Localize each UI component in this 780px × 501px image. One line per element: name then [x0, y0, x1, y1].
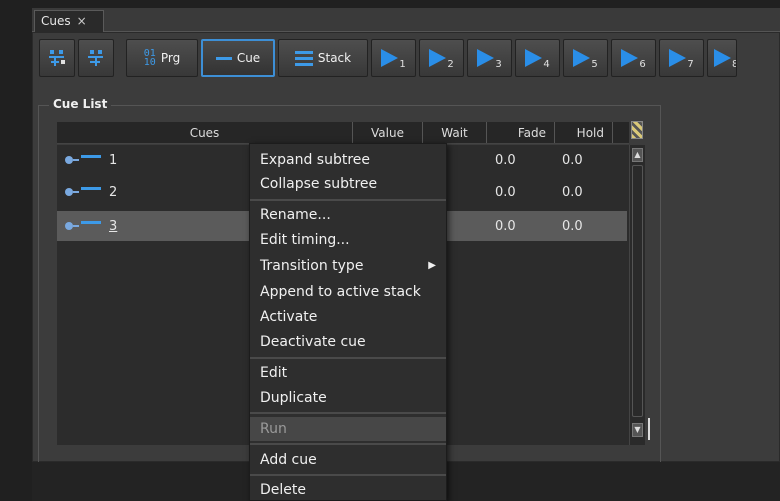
menu-add-cue[interactable]: Add cue: [250, 448, 446, 472]
tab-cues[interactable]: Cues ×: [34, 10, 104, 32]
play-icon: [573, 49, 591, 67]
scroll-track[interactable]: [632, 165, 643, 417]
context-menu: Expand subtree Collapse subtree Rename..…: [249, 143, 447, 501]
cue-label: Cue: [236, 51, 261, 65]
prg-button[interactable]: 01 10 Prg: [126, 39, 198, 77]
tree-expand-icon: [49, 50, 65, 66]
cue-fade: 0.0: [495, 184, 516, 200]
cue-name: 3: [109, 218, 118, 234]
menu-append-stack[interactable]: Append to active stack: [250, 280, 446, 304]
column-config-icon[interactable]: [631, 121, 643, 139]
tab-strip: Cues ×: [32, 8, 780, 32]
menu-separator: [250, 474, 446, 476]
play-button-5[interactable]: 5: [563, 39, 608, 77]
menu-edit[interactable]: Edit: [250, 361, 446, 385]
cue-name: 1: [109, 152, 118, 168]
menu-delete[interactable]: Delete: [250, 478, 446, 501]
play-icon: [429, 49, 447, 67]
menu-transition-label: Transition type: [260, 258, 364, 274]
collapse-tree-button[interactable]: [78, 39, 114, 77]
play-button-4[interactable]: 4: [515, 39, 560, 77]
play-button-6[interactable]: 6: [611, 39, 656, 77]
col-hold[interactable]: Hold: [555, 122, 613, 143]
menu-rename[interactable]: Rename...: [250, 203, 446, 227]
cue-bar-icon: [215, 56, 232, 60]
binary-icon: 01 10: [143, 48, 156, 68]
play-button-3[interactable]: 3: [467, 39, 512, 77]
tab-close-icon[interactable]: ×: [77, 14, 87, 28]
col-wait[interactable]: Wait: [423, 122, 487, 143]
cue-node-icon: [65, 154, 101, 164]
play-icon: [621, 49, 639, 67]
menu-run[interactable]: Run: [250, 417, 446, 441]
tree-collapse-icon: [88, 50, 103, 66]
play-icon: [669, 49, 687, 67]
stack-label: Stack: [317, 51, 352, 65]
cue-fade: 0.0: [495, 152, 516, 168]
cue-hold: 0.0: [562, 218, 583, 234]
scroll-up-icon[interactable]: ▲: [632, 148, 643, 162]
cue-fade: 0.0: [495, 218, 516, 234]
cue-node-icon: [65, 186, 101, 196]
cue-hold: 0.0: [562, 184, 583, 200]
menu-collapse-subtree[interactable]: Collapse subtree: [250, 172, 446, 196]
cue-hold: 0.0: [562, 152, 583, 168]
submenu-arrow-icon: ▶: [428, 260, 436, 271]
menu-transition-type[interactable]: Transition type ▶: [250, 254, 446, 278]
play-button-1[interactable]: 1: [371, 39, 416, 77]
expand-tree-button[interactable]: [39, 39, 75, 77]
play-button-8[interactable]: 8: [707, 39, 737, 77]
menu-separator: [250, 443, 446, 445]
cue-name: 2: [109, 184, 118, 200]
scroll-down-icon[interactable]: ▼: [632, 423, 643, 437]
toolbar: 0110 Prg Cue Stack 1 2 3 4 5 6 7 8: [39, 39, 780, 77]
cue-node-icon: [65, 220, 101, 230]
play-icon: [477, 49, 495, 67]
prg-label: Prg: [160, 51, 181, 65]
cue-button[interactable]: Cue: [201, 39, 275, 77]
menu-deactivate-cue[interactable]: Deactivate cue: [250, 330, 446, 354]
stack-button[interactable]: Stack: [278, 39, 368, 77]
play-icon: [714, 49, 731, 67]
cue-table-header: Cues Value Wait Fade Hold: [57, 122, 629, 144]
menu-edit-timing[interactable]: Edit timing...: [250, 228, 446, 252]
tab-label: Cues: [41, 14, 71, 28]
menu-activate[interactable]: Activate: [250, 305, 446, 329]
stack-icon: [294, 50, 313, 66]
play-icon: [525, 49, 543, 67]
col-fade[interactable]: Fade: [487, 122, 555, 143]
col-cues[interactable]: Cues: [57, 122, 353, 143]
menu-separator: [250, 199, 446, 201]
cue-list-title: Cue List: [49, 97, 112, 111]
col-value[interactable]: Value: [353, 122, 423, 143]
scroll-indicator: [648, 418, 650, 440]
play-icon: [381, 49, 399, 67]
menu-separator: [250, 357, 446, 359]
vertical-scrollbar[interactable]: ▲ ▼: [629, 145, 645, 445]
play-button-2[interactable]: 2: [419, 39, 464, 77]
menu-duplicate[interactable]: Duplicate: [250, 386, 446, 410]
menu-expand-subtree[interactable]: Expand subtree: [250, 148, 446, 172]
menu-separator: [250, 412, 446, 414]
play-button-7[interactable]: 7: [659, 39, 704, 77]
